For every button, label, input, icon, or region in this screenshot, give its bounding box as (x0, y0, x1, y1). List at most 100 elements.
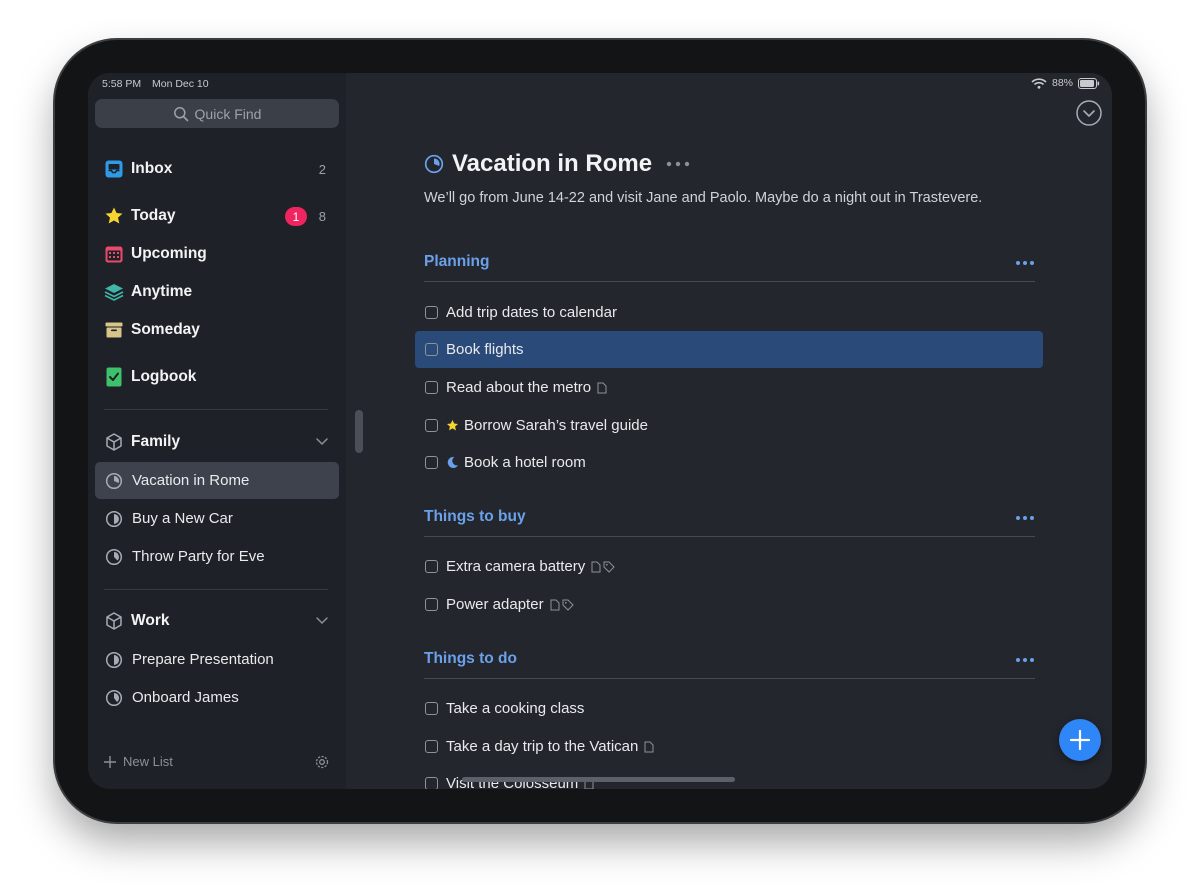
chevron-down-icon[interactable] (315, 615, 329, 627)
todo-title: Take a day trip to the Vatican (446, 738, 639, 755)
home-indicator[interactable] (462, 777, 735, 782)
todo-checkbox[interactable] (425, 740, 438, 753)
todo-item[interactable]: Read about the metro (415, 369, 1043, 406)
status-right: 88% (1031, 77, 1100, 89)
battery-icon (1078, 77, 1100, 89)
todo-checkbox[interactable] (425, 343, 438, 356)
tag-icon (562, 599, 574, 611)
pie-progress-icon (105, 689, 123, 706)
todo-item[interactable]: Take a day trip to the Vatican (415, 728, 1043, 765)
area-family[interactable]: Family (95, 425, 339, 459)
plus-icon (1069, 729, 1091, 751)
todo-meta (591, 561, 615, 573)
new-list-button[interactable]: New List (103, 754, 173, 769)
heading-things-to-buy[interactable]: Things to buy (424, 503, 1035, 537)
project-label: Throw Party for Eve (132, 548, 265, 565)
sidebar-item-label: Someday (131, 321, 200, 338)
logbook-icon (104, 367, 124, 387)
note-icon (550, 599, 560, 610)
sidebar-item-label: Inbox (131, 160, 173, 177)
sidebar-project-throw-party-for-eve[interactable]: Throw Party for Eve (95, 538, 339, 575)
project-notes[interactable]: We’ll go from June 14-22 and visit Jane … (424, 190, 982, 206)
area-label: Work (131, 612, 170, 629)
collapse-button[interactable] (1076, 100, 1102, 126)
plus-icon (104, 755, 116, 768)
sidebar-item-logbook[interactable]: Logbook (95, 359, 339, 395)
todo-checkbox[interactable] (425, 702, 438, 715)
heading-label: Things to do (424, 650, 517, 667)
layers-icon (104, 282, 124, 302)
area-label: Family (131, 433, 181, 450)
gear-icon[interactable] (314, 754, 330, 770)
pie-progress-icon (105, 651, 123, 668)
todo-title: Add trip dates to calendar (446, 304, 617, 321)
todo-item[interactable]: Take a cooking class (415, 690, 1043, 727)
sidebar-footer: New List (88, 733, 346, 789)
star-icon (104, 206, 124, 226)
split-view-handle[interactable] (355, 410, 363, 453)
sidebar-project-onboard-james[interactable]: Onboard James (95, 679, 339, 716)
todo-meta (550, 599, 574, 611)
project-title[interactable]: Vacation in Rome (452, 150, 652, 178)
heading-planning[interactable]: Planning (424, 248, 1035, 282)
tag-icon (603, 561, 615, 573)
sidebar-item-inbox[interactable]: Inbox 2 (95, 151, 339, 187)
sidebar-project-prepare-presentation[interactable]: Prepare Presentation (95, 641, 339, 678)
todo-checkbox[interactable] (425, 456, 438, 469)
ellipsis-icon[interactable] (1015, 260, 1035, 266)
project-header: Vacation in Rome (424, 150, 690, 178)
archive-box-icon (104, 320, 124, 340)
todo-item[interactable]: Book a hotel room (415, 444, 1043, 481)
todo-checkbox[interactable] (425, 560, 438, 573)
note-icon (644, 741, 654, 752)
todo-item[interactable]: Borrow Sarah’s travel guide (415, 407, 1043, 444)
todo-title: Extra camera battery (446, 558, 586, 575)
todo-item[interactable]: Add trip dates to calendar (415, 294, 1043, 331)
todo-item[interactable]: Power adapter (415, 586, 1043, 623)
todo-title: Read about the metro (446, 379, 592, 396)
sidebar-project-vacation-in-rome[interactable]: Vacation in Rome (95, 462, 339, 499)
todo-item[interactable]: Extra camera battery (415, 548, 1043, 585)
quick-find-button[interactable]: Quick Find (95, 99, 339, 128)
todo-title: Borrow Sarah’s travel guide (464, 417, 648, 434)
wifi-icon (1031, 77, 1047, 89)
calendar-icon (104, 244, 124, 264)
sidebar-item-someday[interactable]: Someday (95, 312, 339, 348)
project-label: Onboard James (132, 689, 239, 706)
heading-things-to-do[interactable]: Things to do (424, 645, 1035, 679)
inbox-icon (104, 159, 124, 179)
area-work[interactable]: Work (95, 604, 339, 638)
search-icon (173, 106, 188, 121)
today-count: 8 (318, 208, 326, 224)
add-todo-button[interactable] (1059, 719, 1101, 761)
star-icon (446, 419, 459, 431)
ellipsis-icon[interactable] (666, 160, 690, 168)
quick-find-label: Quick Find (194, 105, 262, 122)
sidebar: 5:58 PM Mon Dec 10 Quick Find Inbox 2 To… (88, 73, 346, 789)
todo-checkbox[interactable] (425, 598, 438, 611)
chevron-down-icon[interactable] (315, 436, 329, 448)
today-due-badge: 1 (285, 207, 307, 226)
sidebar-divider (104, 409, 328, 410)
sidebar-item-anytime[interactable]: Anytime (95, 274, 339, 310)
cube-icon (106, 612, 122, 630)
app-screen: 5:58 PM Mon Dec 10 Quick Find Inbox 2 To… (88, 73, 1112, 789)
todo-checkbox[interactable] (425, 381, 438, 394)
ellipsis-icon[interactable] (1015, 657, 1035, 663)
todo-checkbox[interactable] (425, 777, 438, 789)
todo-title: Take a cooking class (446, 700, 585, 717)
pie-progress-icon (105, 510, 123, 527)
todo-checkbox[interactable] (425, 419, 438, 432)
pie-progress-icon (105, 548, 123, 565)
todo-item-selected[interactable]: Book flights (415, 331, 1043, 368)
ellipsis-icon[interactable] (1015, 515, 1035, 521)
sidebar-item-label: Logbook (131, 368, 197, 385)
heading-label: Things to buy (424, 508, 526, 525)
new-list-label: New List (123, 754, 173, 769)
sidebar-item-upcoming[interactable]: Upcoming (95, 236, 339, 272)
sidebar-project-buy-a-new-car[interactable]: Buy a New Car (95, 500, 339, 537)
sidebar-item-today[interactable]: Today 1 8 (95, 198, 339, 234)
sidebar-item-label: Anytime (131, 283, 193, 300)
todo-checkbox[interactable] (425, 306, 438, 319)
project-label: Prepare Presentation (132, 651, 274, 668)
